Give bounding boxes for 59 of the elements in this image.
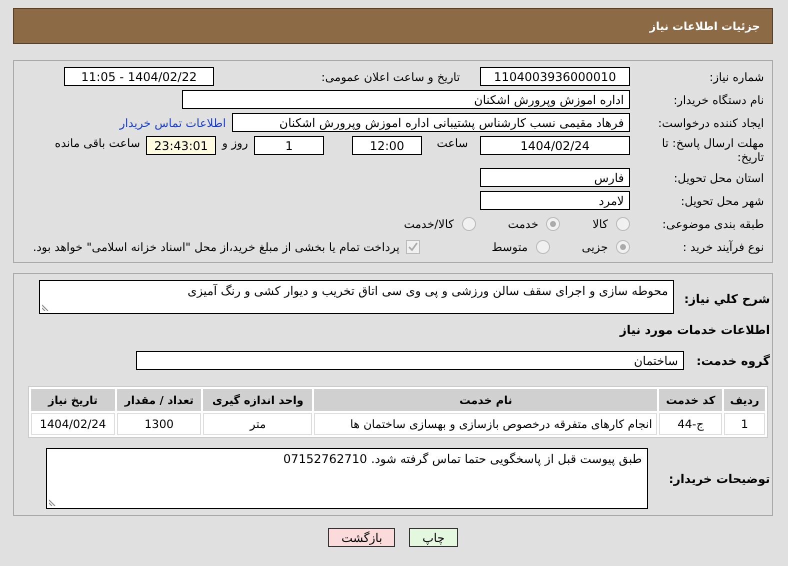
radio-label: متوسط — [492, 240, 528, 254]
radio-button[interactable] — [536, 240, 550, 254]
print-button[interactable]: چاپ — [409, 528, 458, 547]
field-label: گروه خدمت: — [695, 354, 770, 368]
radio-label: خدمت — [508, 216, 538, 230]
deadline-time-field[interactable]: 12:00 — [352, 136, 422, 155]
deadline-date-field[interactable]: 1404/02/24 — [480, 136, 630, 155]
table-cell: 1404/02/24 — [31, 413, 115, 435]
table-cell: 1300 — [116, 413, 202, 435]
page-title: جزئیات اطلاعات نیاز — [650, 20, 760, 32]
radio-label: جزیی — [582, 240, 608, 254]
resize-grip-icon[interactable] — [49, 498, 57, 506]
service-group-field[interactable]: ساختمان — [136, 351, 684, 370]
column-header: ردیف — [724, 389, 765, 411]
column-header: تعداد / مقدار — [116, 389, 202, 411]
radio-button[interactable] — [462, 216, 476, 230]
back-button[interactable]: بازگشت — [328, 528, 396, 547]
field-label: نوع فرآیند خرید : — [682, 240, 764, 254]
field-label: مهلت ارسال پاسخ: تا تاریخ: — [660, 136, 764, 164]
province-field[interactable]: فارس — [480, 168, 630, 187]
field-label: استان محل تحویل: — [672, 170, 764, 184]
remaining-time-field: 23:43:01 — [146, 136, 216, 155]
field-label: شرح کلي نیاز: — [683, 291, 770, 306]
table-cell: ج-44 — [659, 413, 722, 435]
time-label: ساعت — [436, 136, 468, 150]
column-header: کد خدمت — [659, 389, 722, 411]
announce-date-field[interactable]: 1404/02/22 - 11:05 — [64, 67, 214, 86]
city-field[interactable]: لامرد — [480, 191, 630, 210]
column-header: تاریخ نیاز — [31, 389, 115, 411]
field-label: توضیحات خریدار: — [668, 472, 770, 486]
checkbox[interactable] — [406, 240, 420, 254]
field-label: تاریخ و ساعت اعلان عمومی: — [320, 70, 460, 84]
buyer-contact-link[interactable]: اطلاعات تماس خریدار — [119, 116, 226, 130]
column-header: واحد اندازه گیری — [203, 389, 312, 411]
field-label: نام دستگاه خریدار: — [672, 92, 764, 106]
radio-label: کالا/خدمت — [404, 216, 454, 230]
buyer-notes-textarea[interactable]: طبق پیوست قبل از پاسخگویی حتما تماس گرفته شود. 07152762710 — [46, 448, 648, 509]
buyer-org-field[interactable]: اداره اموزش وپرورش اشکنان — [182, 90, 630, 109]
field-label: طبقه بندی موضوعی: — [661, 216, 764, 230]
resize-grip-icon[interactable] — [42, 303, 50, 311]
field-label: شماره نیاز: — [708, 70, 764, 84]
payment-note: پرداخت تمام یا بخشی از مبلغ خرید،از محل "اسناد خزانه اسلامی" خواهد بود. — [32, 240, 400, 254]
radio-label: کالا — [592, 216, 608, 230]
creator-field[interactable]: فرهاد مقیمی نسب کارشناس پشتیبانی اداره اموزش وپرورش اشکنان — [232, 113, 630, 132]
need-number-field[interactable]: 1104003936000010 — [480, 67, 630, 86]
days-label: روز و — [222, 136, 248, 150]
table-cell: متر — [203, 413, 312, 435]
radio-button[interactable] — [546, 216, 560, 230]
table-cell: 1 — [724, 413, 765, 435]
field-label: شهر محل تحویل: — [680, 194, 764, 208]
radio-button[interactable] — [616, 240, 630, 254]
description-textarea[interactable]: محوطه سازی و اجرای سقف سالن ورزشی و پی وی سی اتاق تخریب و دیوار کشی و رنگ آمیزی — [39, 280, 674, 314]
field-label: ایجاد کننده درخواست: — [657, 116, 764, 130]
section-heading: اطلاعات خدمات مورد نیاز — [620, 322, 770, 336]
days-field[interactable]: 1 — [254, 136, 324, 155]
remaining-label: ساعت باقی مانده — [54, 136, 140, 150]
radio-button[interactable] — [616, 216, 630, 230]
column-header: نام خدمت — [314, 389, 658, 411]
table-cell: انجام کارهای متفرقه درخصوص بازسازی و بهسازی ساختمان ها — [314, 413, 658, 435]
